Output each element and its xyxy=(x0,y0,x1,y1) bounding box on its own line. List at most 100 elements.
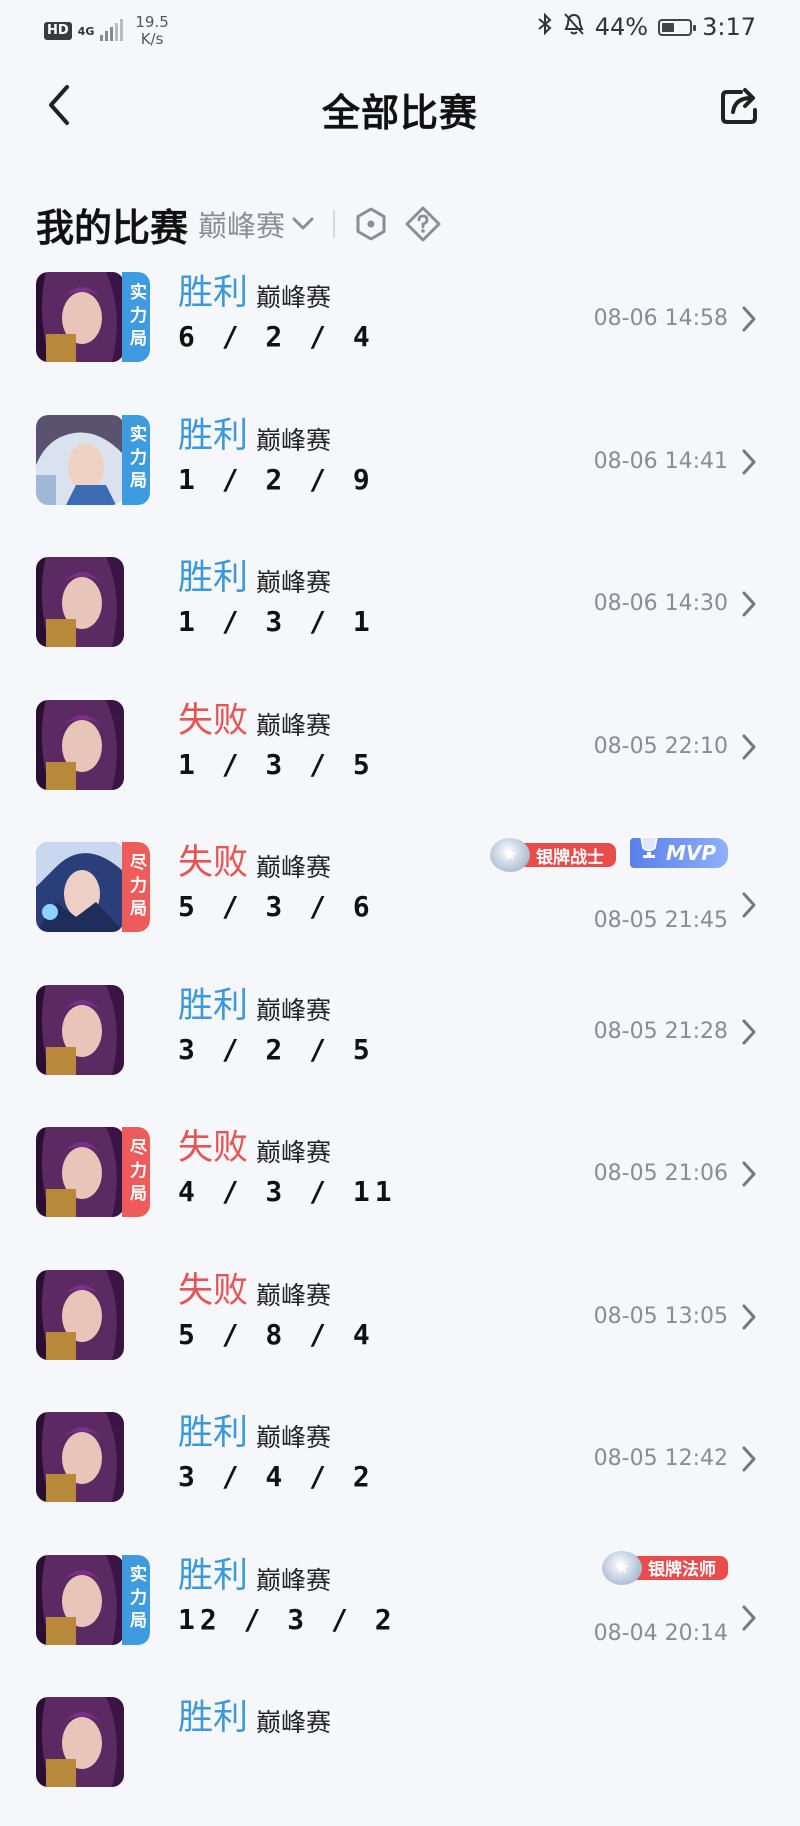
match-row[interactable]: 实力局 胜利 巅峰赛 1 / 2 / 9 08-06 14:41 xyxy=(0,401,800,544)
match-result: 胜利 xyxy=(178,558,249,598)
match-row[interactable]: 胜利 巅峰赛 3 / 2 / 5 08-05 21:28 xyxy=(0,971,800,1114)
match-time: 08-05 21:06 xyxy=(593,1161,728,1186)
match-kda: 4 / 3 / 11 xyxy=(178,1175,397,1208)
match-result: 胜利 xyxy=(178,1413,249,1453)
help-button[interactable] xyxy=(403,204,443,244)
mode-filter-dropdown[interactable]: 巅峰赛 xyxy=(198,203,315,245)
match-result: 胜利 xyxy=(178,1555,249,1596)
top-nav: 全部比赛 xyxy=(0,60,800,152)
hero-avatar xyxy=(36,1697,124,1787)
battery-icon xyxy=(658,18,697,36)
hero-avatar: 实力局 xyxy=(36,1554,150,1645)
match-tag-text: 实力局 xyxy=(126,425,146,494)
hero-avatar xyxy=(36,984,124,1075)
section-title: 我的比赛 xyxy=(36,205,189,250)
match-mode: 巅峰赛 xyxy=(256,1138,332,1167)
match-row[interactable]: 失败 巅峰赛 1 / 3 / 5 08-05 22:10 xyxy=(0,686,800,829)
match-tag: 实力局 xyxy=(122,1554,150,1645)
match-time: 08-05 13:05 xyxy=(593,1303,728,1329)
match-badges: ★ 银牌战士 MVP xyxy=(489,836,728,872)
match-mode: 巅峰赛 xyxy=(256,283,332,312)
network-speed: 19.5 K/s xyxy=(135,14,168,48)
match-row[interactable]: 实力局 胜利 巅峰赛 12 / 3 / 2 ★ 银牌法师 08-04 20:14 xyxy=(0,1541,800,1684)
chevron-right-icon xyxy=(742,1019,756,1044)
help-diamond-icon xyxy=(405,206,441,242)
match-row[interactable]: 失败 巅峰赛 5 / 8 / 4 08-05 13:05 xyxy=(0,1256,800,1399)
match-mode: 巅峰赛 xyxy=(256,853,332,882)
chevron-right-icon xyxy=(742,1161,756,1187)
match-result: 胜利 xyxy=(178,1698,249,1738)
match-kda: 1 / 3 / 1 xyxy=(178,605,375,638)
match-row[interactable]: 尽力局 失败 巅峰赛 5 / 3 / 6 ★ 银牌战士 MVP 08-05 21… xyxy=(0,828,800,971)
chevron-right-icon xyxy=(742,1304,756,1329)
hero-portrait-image xyxy=(36,984,124,1075)
match-kda: 5 / 8 / 4 xyxy=(178,1317,375,1351)
hero-portrait-image xyxy=(36,842,124,932)
chevron-right-icon xyxy=(742,449,756,474)
match-time: 08-05 21:28 xyxy=(593,1018,728,1044)
match-badges: ★ 银牌法师 xyxy=(602,1550,728,1585)
chevron-down-icon xyxy=(292,217,314,230)
battery-percent: 44% xyxy=(594,13,649,41)
match-mode: 巅峰赛 xyxy=(256,995,332,1025)
trophy-icon xyxy=(640,836,658,858)
match-tag: 尽力局 xyxy=(122,1127,150,1217)
share-button[interactable] xyxy=(716,82,764,130)
hd-indicator: HD xyxy=(44,22,72,40)
match-time: 08-05 12:42 xyxy=(593,1446,728,1471)
match-time: 08-05 22:10 xyxy=(593,733,728,759)
hexagon-settings-button[interactable] xyxy=(351,204,391,244)
match-tag-text: 实力局 xyxy=(126,1565,146,1634)
share-icon xyxy=(721,88,757,124)
hero-portrait-image xyxy=(36,1269,124,1360)
match-time: 08-06 14:58 xyxy=(593,306,728,331)
match-kda: 3 / 2 / 5 xyxy=(178,1032,375,1066)
mode-filter-label: 巅峰赛 xyxy=(198,209,286,243)
speed-value: 19.5 xyxy=(135,13,169,31)
match-tag-text: 尽力局 xyxy=(126,852,146,922)
match-result: 失败 xyxy=(178,1270,249,1311)
page-title: 全部比赛 xyxy=(321,91,478,135)
match-result: 胜利 xyxy=(178,273,249,313)
match-tag-text: 尽力局 xyxy=(126,1137,146,1207)
star-medal-icon: ★ xyxy=(602,1550,642,1585)
match-tag-text: 实力局 xyxy=(126,282,146,352)
match-mode: 巅峰赛 xyxy=(256,710,332,740)
clock: 3:17 xyxy=(702,13,756,41)
match-kda: 12 / 3 / 2 xyxy=(178,1602,397,1636)
match-mode: 巅峰赛 xyxy=(256,568,332,597)
match-time: 08-05 21:45 xyxy=(593,908,728,933)
match-kda: 1 / 2 / 9 xyxy=(178,462,375,496)
match-mode: 巅峰赛 xyxy=(256,1565,332,1595)
match-mode: 巅峰赛 xyxy=(256,425,332,455)
match-list: 实力局 胜利 巅峰赛 6 / 2 / 4 08-06 14:58 实力局 胜利 … xyxy=(0,258,800,1826)
hero-portrait-image xyxy=(36,272,124,362)
hero-avatar xyxy=(36,557,124,647)
match-kda: 5 / 3 / 6 xyxy=(178,890,375,923)
match-time: 08-04 20:14 xyxy=(593,1620,728,1646)
match-row[interactable]: 实力局 胜利 巅峰赛 6 / 2 / 4 08-06 14:58 xyxy=(0,258,800,401)
match-row[interactable]: 胜利 巅峰赛 3 / 4 / 2 08-05 12:42 xyxy=(0,1398,800,1541)
match-time: 08-06 14:30 xyxy=(593,591,728,616)
hero-avatar: 实力局 xyxy=(36,414,150,505)
chevron-right-icon xyxy=(742,892,756,918)
match-row[interactable]: 尽力局 失败 巅峰赛 4 / 3 / 11 08-05 21:06 xyxy=(0,1113,800,1256)
match-time: 08-06 14:41 xyxy=(593,448,728,474)
chevron-right-icon xyxy=(742,306,756,332)
silver-warrior-badge: ★ 银牌战士 xyxy=(489,838,616,872)
mvp-label: MVP xyxy=(665,841,716,865)
badge-label: 银牌战士 xyxy=(517,843,616,868)
mvp-badge: MVP xyxy=(629,836,728,868)
match-row[interactable]: 胜利 巅峰赛 1 / 3 / 1 08-06 14:30 xyxy=(0,543,800,686)
match-kda: 1 / 3 / 5 xyxy=(178,747,375,781)
hero-avatar xyxy=(36,1269,124,1360)
hero-portrait-image xyxy=(36,1554,124,1645)
status-right: 44% 3:17 xyxy=(537,12,756,42)
star-medal-icon: ★ xyxy=(489,838,530,872)
match-kda: 3 / 4 / 2 xyxy=(178,1460,375,1493)
hero-avatar xyxy=(36,699,124,790)
match-row[interactable]: 胜利 巅峰赛 xyxy=(0,1683,800,1826)
chevron-right-icon xyxy=(742,1446,756,1472)
hexagon-icon xyxy=(356,207,386,241)
chevron-right-icon xyxy=(742,591,756,617)
